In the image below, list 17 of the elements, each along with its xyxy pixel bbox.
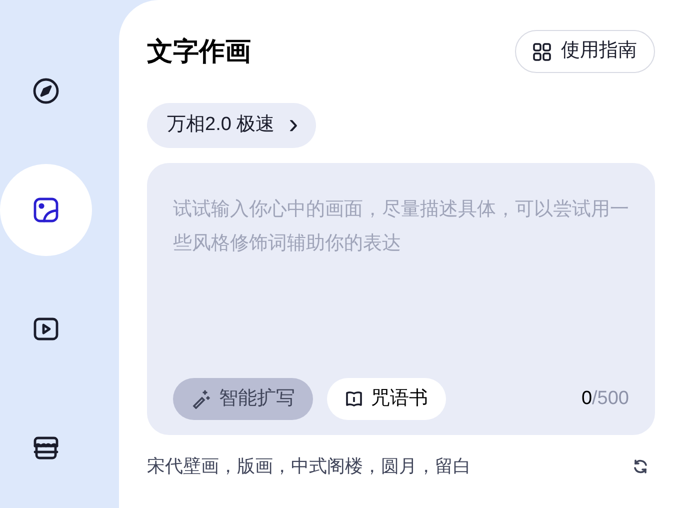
guide-button[interactable]: 使用指南: [515, 30, 655, 73]
spellbook-button[interactable]: 咒语书: [327, 378, 446, 420]
refresh-icon[interactable]: [632, 458, 649, 475]
image-icon: [32, 196, 60, 224]
prompt-box[interactable]: 试试输入你心中的画面，尽量描述具体，可以尝试用一些风格修饰词辅助你的表达 智能扩写 咒语书 0/500: [147, 163, 655, 435]
play-icon: [32, 315, 60, 343]
model-selector[interactable]: 万相2.0 极速 ›: [147, 103, 316, 148]
prompt-field[interactable]: 试试输入你心中的画面，尽量描述具体，可以尝试用一些风格修饰词辅助你的表达: [173, 193, 629, 378]
book-icon: [345, 390, 363, 408]
page-title: 文字作画: [147, 35, 251, 68]
magic-wand-icon: [191, 389, 211, 409]
expand-button[interactable]: 智能扩写: [173, 378, 313, 420]
compass-icon: [32, 77, 60, 105]
character-counter: 0/500: [581, 386, 629, 411]
store-icon: [32, 434, 60, 462]
grid-icon: [533, 42, 551, 60]
prompt-suggestion[interactable]: 宋代壁画，版画，中式阁楼，圆月，留白: [147, 453, 471, 480]
